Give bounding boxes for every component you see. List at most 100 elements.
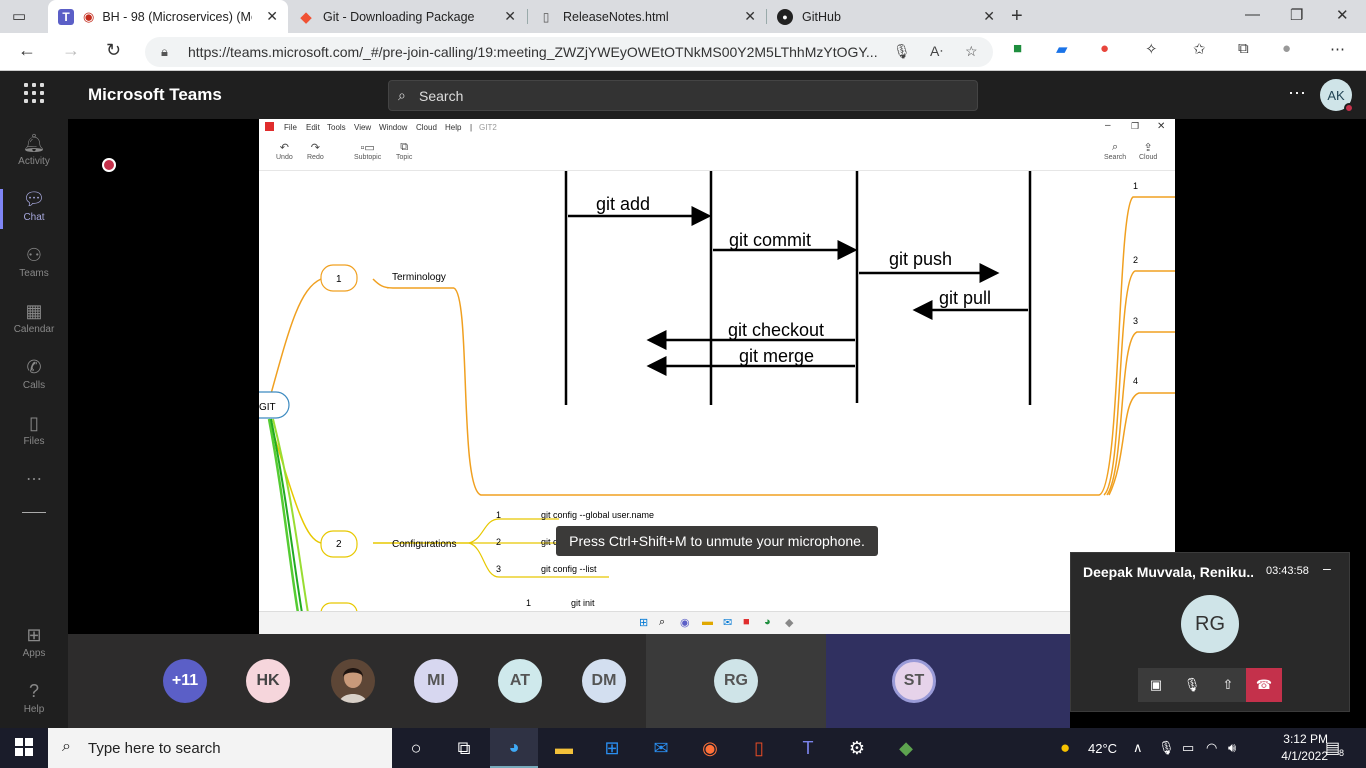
microphone-icon[interactable]: 🎙︎ (893, 43, 911, 60)
search-input[interactable]: ⌕ Search (388, 80, 978, 111)
tab-teams-meeting[interactable]: T ◉ BH - 98 (Microservices) (Me ✕ (48, 0, 288, 33)
refresh-icon[interactable]: ↻ (106, 40, 121, 61)
store-icon[interactable]: ⊞ (588, 728, 636, 768)
favorite-star-icon[interactable]: ☆ (965, 43, 978, 60)
close-tab-icon[interactable]: ✕ (744, 8, 756, 25)
teams-icon: ⚇ (25, 245, 43, 265)
extension-red-icon[interactable]: ● (1100, 40, 1109, 57)
restore-icon[interactable]: ❐ (1290, 6, 1303, 24)
more-apps-icon[interactable]: ⋯ (0, 469, 68, 493)
folder-icon: ▬ (702, 616, 713, 628)
config-item[interactable]: git config --global user.name (541, 510, 654, 520)
file-explorer-icon[interactable]: ▬ (540, 728, 588, 768)
settings-more-icon[interactable]: ⋯ (1288, 83, 1306, 104)
microphone-tray-icon[interactable]: 🎙︎ (1158, 740, 1175, 756)
mic-off-button[interactable]: 🎙︎ (1174, 668, 1210, 702)
phone-icon: ✆ (26, 357, 42, 377)
avatar[interactable]: HK (246, 659, 290, 703)
taskbar-search-input[interactable]: ⌕ Type here to search (48, 728, 392, 768)
config-number: 1 (496, 510, 501, 520)
forward-icon[interactable]: → (62, 40, 80, 61)
windows-taskbar: ⌕ Type here to search ○ ⧉ ◕ ▬ ⊞ ✉ ◉ ▯ T … (0, 728, 1366, 768)
battery-icon[interactable]: ▭ (1182, 740, 1194, 756)
volume-icon[interactable]: 🔊︎ (1228, 740, 1236, 756)
rail-item-files[interactable]: ▯ Files (0, 407, 68, 463)
camera-off-button[interactable]: ▣ (1138, 668, 1174, 702)
rail-item-calendar[interactable]: ▦ Calendar (0, 295, 68, 351)
hang-up-button[interactable]: ☎︎ (1246, 668, 1282, 702)
collections-icon[interactable]: ⧉ (1238, 40, 1249, 57)
command-label: git push (889, 249, 952, 269)
avatar-photo[interactable] (331, 659, 375, 703)
topic-label[interactable]: Configurations (392, 539, 456, 550)
extension-green-icon[interactable]: ■ (1013, 40, 1022, 57)
share-screen-button[interactable]: ⇧ (1210, 668, 1246, 702)
notifications-icon[interactable]: ▤ (1325, 738, 1340, 758)
rail-item-apps[interactable]: ⊞ Apps (0, 619, 68, 675)
new-tab-button[interactable]: + (1011, 5, 1023, 28)
avatar[interactable]: AK (1320, 79, 1354, 113)
browser-menu-icon[interactable]: ⋯ (1330, 40, 1345, 58)
read-aloud-icon[interactable]: Aᐧ (930, 43, 943, 60)
init-item[interactable]: git init (571, 598, 595, 608)
favorites-icon[interactable]: ✩ (1193, 40, 1206, 58)
rail-item-help[interactable]: ? Help (0, 675, 68, 731)
task-view-icon[interactable]: ⧉ (440, 728, 488, 768)
minimize-icon[interactable]: – (1323, 560, 1331, 576)
rail-item-calls[interactable]: ✆ Calls (0, 351, 68, 407)
topic-label[interactable]: Terminology (392, 272, 446, 283)
extensions-puzzle-icon[interactable]: ✧ (1145, 40, 1158, 58)
tab-release-notes[interactable]: ▯ ReleaseNotes.html ✕ (528, 0, 766, 33)
url-bar[interactable]: 🔒︎ https://teams.microsoft.com/_#/pre-jo… (145, 37, 993, 67)
search-icon: ⌕ (659, 616, 666, 628)
close-tab-icon[interactable]: ✕ (504, 8, 516, 25)
avatar[interactable]: DM (582, 659, 626, 703)
edge-icon[interactable]: ◕ (490, 728, 538, 768)
firefox-icon[interactable]: ◉ (686, 728, 734, 768)
git-gui-icon[interactable]: ◆ (882, 728, 930, 768)
participant-tile-speaking (826, 634, 1070, 728)
branch-connector (1103, 270, 1175, 496)
settings-gear-icon[interactable]: ⚙ (833, 728, 881, 768)
tab-github[interactable]: ● GitHub ✕ (767, 0, 1005, 33)
call-monitor-panel[interactable]: Deepak Muvvala, Reniku... 03:43:58 – RG … (1070, 552, 1350, 712)
avatar[interactable]: AT (498, 659, 542, 703)
show-hidden-icons-icon[interactable]: ∧ (1133, 740, 1143, 756)
back-icon[interactable]: ← (18, 40, 36, 61)
app-launcher-icon[interactable] (24, 83, 44, 103)
camera-off-icon: ▣ (1149, 677, 1163, 692)
extension-blue-icon[interactable]: ▰ (1056, 40, 1068, 58)
tab-git-download[interactable]: ◆ Git - Downloading Package ✕ (288, 0, 526, 33)
rail-item-activity[interactable]: 🔔︎ Activity (0, 127, 68, 183)
rail-label: Files (23, 436, 45, 447)
office-icon[interactable]: ▯ (735, 728, 783, 768)
weather-temperature[interactable]: 42°C (1088, 741, 1117, 756)
clock[interactable]: 3:12 PM 4/1/2022 (1276, 731, 1328, 765)
profile-icon[interactable]: ● (1282, 40, 1291, 57)
url-text[interactable]: https://teams.microsoft.com/_#/pre-join-… (188, 44, 878, 60)
lock-icon[interactable]: 🔒︎ (161, 44, 168, 60)
minimize-icon[interactable]: — (1245, 6, 1260, 23)
avatar[interactable]: MI (414, 659, 458, 703)
teams-icon[interactable]: T (784, 728, 832, 768)
init-number: 1 (526, 598, 531, 608)
weather-icon[interactable]: ● (1060, 738, 1070, 758)
close-tab-icon[interactable]: ✕ (983, 8, 995, 25)
tab-actions-icon[interactable]: ▭ (12, 7, 34, 25)
sub-number: 4 (1133, 376, 1138, 386)
rail-item-chat[interactable]: 💬︎ Chat (0, 183, 68, 239)
windows-start-icon[interactable] (15, 738, 33, 756)
wifi-icon[interactable]: ◠ (1206, 740, 1217, 756)
sub-number: 2 (1133, 255, 1138, 265)
config-item[interactable]: git config --list (541, 564, 597, 574)
close-window-icon[interactable]: ✕ (1336, 6, 1349, 24)
close-tab-icon[interactable]: ✕ (266, 8, 278, 25)
cortana-icon[interactable]: ○ (392, 728, 440, 768)
avatar[interactable]: RG (714, 659, 758, 703)
rail-item-teams[interactable]: ⚇ Teams (0, 239, 68, 295)
mail-icon[interactable]: ✉ (637, 728, 685, 768)
tab-title: ReleaseNotes.html (563, 9, 669, 24)
avatar-speaking[interactable]: ST (892, 659, 936, 703)
overflow-participants-button[interactable]: +11 (163, 659, 207, 703)
hang-up-icon: ☎︎ (1255, 677, 1273, 692)
